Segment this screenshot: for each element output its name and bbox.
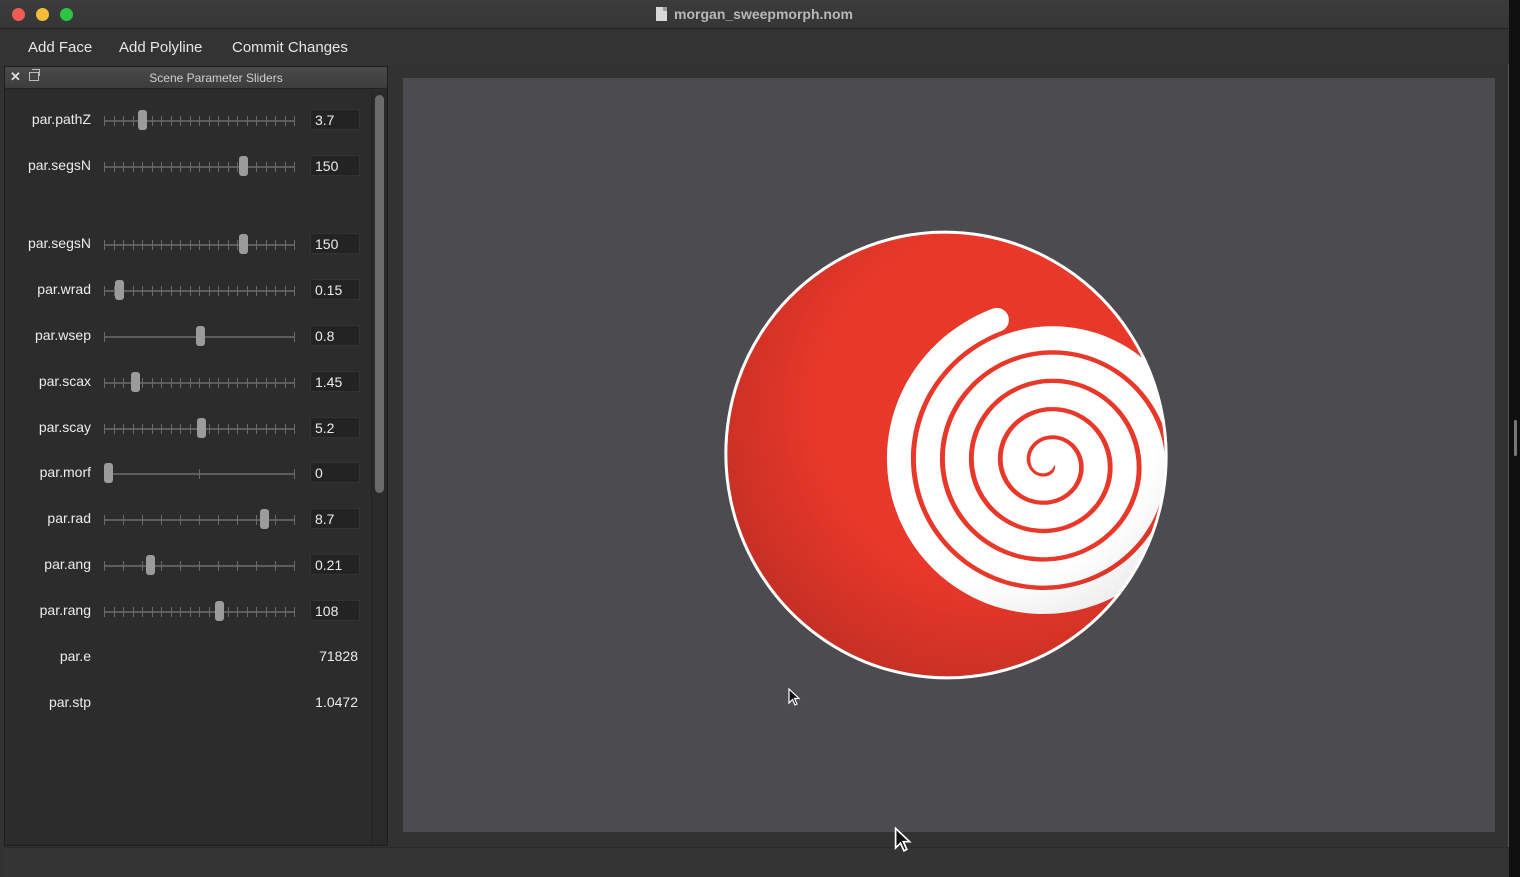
- slider-ticks: [104, 286, 295, 296]
- slider-thumb[interactable]: [239, 234, 249, 254]
- window-title: morgan_sweepmorph.nom: [674, 6, 853, 22]
- param-value-field[interactable]: 1.0472: [310, 692, 360, 713]
- param-label: par.e: [59, 648, 91, 664]
- slider-ticks: [104, 469, 295, 479]
- param-value-field[interactable]: 3.7: [310, 109, 360, 130]
- param-value-field[interactable]: 150: [310, 233, 360, 254]
- candy-sphere-render: [703, 208, 1203, 708]
- param-value-field[interactable]: 71828: [310, 646, 360, 667]
- slider-thumb[interactable]: [214, 601, 224, 621]
- param-row: par.e 71828: [5, 644, 371, 670]
- slider-ticks: [104, 240, 295, 250]
- param-value-field[interactable]: 0: [310, 462, 360, 483]
- param-label: par.pathZ: [31, 111, 91, 127]
- slider-thumb[interactable]: [130, 372, 140, 392]
- menu-bar: Add Face Add Polyline Commit Changes: [0, 30, 1509, 64]
- title-bar: morgan_sweepmorph.nom: [0, 0, 1509, 29]
- param-row: par.wrad 0.15: [5, 277, 371, 303]
- slider-thumb[interactable]: [145, 555, 155, 575]
- param-row: par.segsN 150: [5, 153, 371, 179]
- param-row: par.morf 0: [5, 460, 371, 486]
- param-label: par.rad: [47, 510, 91, 526]
- param-value-field[interactable]: 8.7: [310, 508, 360, 529]
- param-row: par.wsep 0.8: [5, 323, 371, 349]
- mouse-pointer-icon: [788, 688, 801, 706]
- scene-parameter-panel: ✕ Scene Parameter Sliders par.pathZ 3.7 pa…: [4, 66, 388, 846]
- param-label: par.segsN: [27, 235, 91, 251]
- mouse-pointer-icon: [894, 827, 912, 852]
- param-row: par.stp 1.0472: [5, 690, 371, 716]
- menu-add-polyline[interactable]: Add Polyline: [119, 39, 202, 56]
- status-bar: [4, 847, 1509, 877]
- slider-thumb[interactable]: [115, 280, 125, 300]
- param-value-field[interactable]: 150: [310, 155, 360, 176]
- param-value-field[interactable]: 1.45: [310, 371, 360, 392]
- param-row: par.rad 8.7: [5, 506, 371, 532]
- param-row: par.pathZ 3.7: [5, 107, 371, 133]
- param-value-field[interactable]: 0.8: [310, 325, 360, 346]
- param-row: par.ang 0.21: [5, 552, 371, 578]
- window-title-group: morgan_sweepmorph.nom: [0, 6, 1509, 22]
- slider-thumb[interactable]: [239, 156, 249, 176]
- param-label: par.stp: [48, 694, 91, 710]
- resize-handle[interactable]: [1514, 420, 1517, 456]
- param-row: par.segsN 150: [5, 231, 371, 257]
- param-label: par.rang: [39, 602, 91, 618]
- app-window: morgan_sweepmorph.nom Add Face Add Polyl…: [0, 0, 1509, 877]
- slider-thumb[interactable]: [195, 326, 205, 346]
- 3d-viewport[interactable]: [403, 78, 1495, 832]
- param-label: par.wsep: [34, 327, 91, 343]
- param-value-field[interactable]: 0.15: [310, 279, 360, 300]
- param-value-field[interactable]: 0.21: [310, 554, 360, 575]
- slider-ticks: [104, 561, 295, 571]
- slider-thumb[interactable]: [197, 418, 207, 438]
- slider-thumb[interactable]: [138, 110, 148, 130]
- param-label: par.segsN: [27, 157, 91, 173]
- param-label: par.morf: [39, 464, 91, 480]
- param-label: par.scax: [38, 373, 91, 389]
- param-label: par.scay: [38, 419, 91, 435]
- param-value-field[interactable]: 108: [310, 600, 360, 621]
- slider-ticks: [104, 162, 295, 172]
- param-row: par.scay 5.2: [5, 415, 371, 441]
- panel-header: ✕ Scene Parameter Sliders: [5, 67, 387, 89]
- slider-thumb[interactable]: [103, 463, 113, 483]
- slider-thumb[interactable]: [260, 509, 270, 529]
- panel-title: Scene Parameter Sliders: [149, 71, 283, 85]
- param-row: par.rang 108: [5, 598, 371, 624]
- menu-commit-changes[interactable]: Commit Changes: [232, 39, 348, 56]
- param-label: par.ang: [44, 556, 91, 572]
- menu-add-face[interactable]: Add Face: [28, 39, 92, 56]
- param-value-field[interactable]: 5.2: [310, 417, 360, 438]
- param-label: par.wrad: [37, 281, 91, 297]
- slider-ticks: [104, 116, 295, 126]
- slider-ticks: [104, 607, 295, 617]
- document-icon: [656, 7, 668, 21]
- param-row: par.scax 1.45: [5, 369, 371, 395]
- panel-scrollbar-thumb[interactable]: [375, 95, 384, 493]
